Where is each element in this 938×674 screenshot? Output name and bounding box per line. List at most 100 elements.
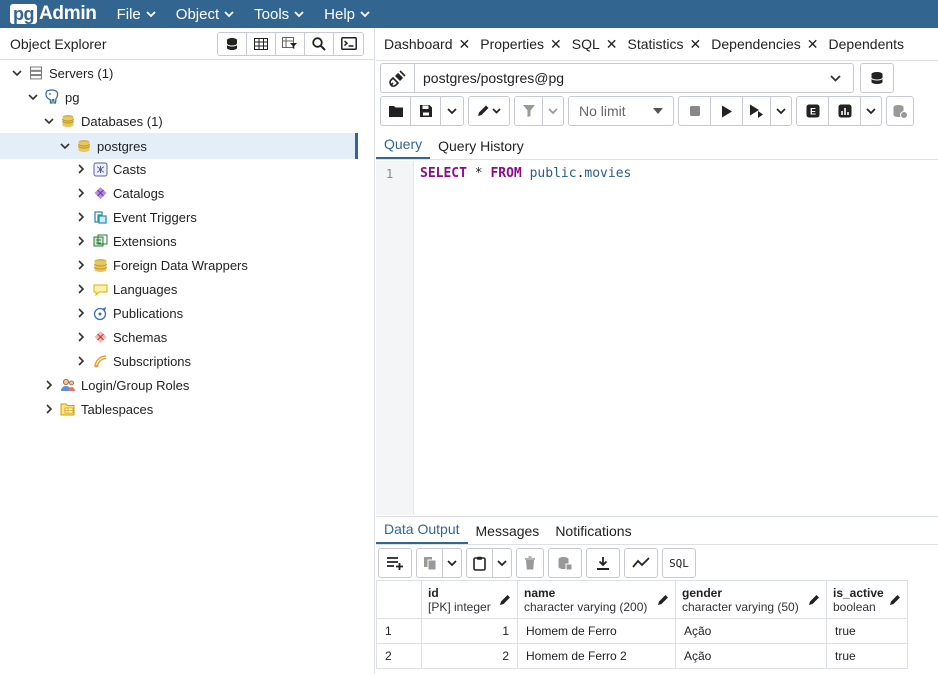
execute-button[interactable]: [711, 97, 743, 125]
paste-button[interactable]: [467, 549, 493, 577]
tree-node-publications[interactable]: Publications: [0, 301, 358, 325]
tab-properties[interactable]: Properties ✕: [472, 28, 564, 60]
column-header-id[interactable]: id [PK] integer: [421, 580, 518, 619]
close-icon[interactable]: ✕: [606, 36, 618, 53]
tree-node-fdw[interactable]: Foreign Data Wrappers: [0, 253, 358, 277]
column-header-name[interactable]: name character varying (200): [517, 580, 676, 619]
close-icon[interactable]: ✕: [807, 36, 819, 53]
execute-options-dropdown[interactable]: [771, 97, 791, 125]
column-header-is-active[interactable]: is_active boolean: [826, 580, 908, 619]
chevron-right-icon[interactable]: [74, 260, 88, 270]
rows-limit-select[interactable]: No limit: [568, 96, 674, 126]
copy-button[interactable]: [417, 549, 443, 577]
chevron-right-icon[interactable]: [74, 164, 88, 174]
filter-options-dropdown[interactable]: [543, 97, 563, 125]
copy-options-dropdown[interactable]: [443, 549, 461, 577]
close-icon[interactable]: ✕: [459, 36, 471, 53]
tree-node-schemas[interactable]: Schemas: [0, 325, 358, 349]
chevron-right-icon[interactable]: [74, 188, 88, 198]
cell-gender[interactable]: Ação: [675, 643, 827, 669]
tab-dependents[interactable]: Dependents: [821, 28, 905, 60]
cell-is-active[interactable]: true: [826, 618, 908, 644]
filter-button[interactable]: [515, 97, 543, 125]
cell-is-active[interactable]: true: [826, 643, 908, 669]
table-row[interactable]: 2 2 Homem de Ferro 2 Ação true: [376, 643, 908, 669]
cell-name[interactable]: Homem de Ferro: [517, 618, 676, 644]
explain-analyze-button[interactable]: E: [797, 97, 829, 125]
tree-node-servers[interactable]: Servers (1): [0, 61, 358, 85]
delete-row-button[interactable]: [517, 549, 543, 577]
row-number[interactable]: 2: [376, 643, 422, 669]
cell-gender[interactable]: Ação: [675, 618, 827, 644]
table-row[interactable]: 1 1 Homem de Ferro Ação true: [376, 618, 908, 644]
new-connection-button[interactable]: [860, 63, 894, 93]
open-file-button[interactable]: [381, 97, 411, 125]
close-icon[interactable]: ✕: [690, 36, 702, 53]
chevron-right-icon[interactable]: [74, 284, 88, 294]
chevron-right-icon[interactable]: [42, 404, 56, 414]
tab-query[interactable]: Query: [376, 136, 431, 159]
tab-query-history[interactable]: Query History: [430, 138, 532, 159]
tab-notifications[interactable]: Notifications: [547, 523, 639, 544]
tree-node-languages[interactable]: Languages: [0, 277, 358, 301]
tree-node-extensions[interactable]: Extensions: [0, 229, 358, 253]
chevron-right-icon[interactable]: [42, 380, 56, 390]
filtered-rows-button[interactable]: [276, 32, 305, 55]
explain-button[interactable]: [743, 97, 771, 125]
tree-node-catalogs[interactable]: Catalogs: [0, 181, 358, 205]
chevron-down-icon[interactable]: [10, 69, 24, 77]
save-file-button[interactable]: [411, 97, 441, 125]
row-number[interactable]: 1: [376, 618, 422, 644]
column-header-gender[interactable]: gender character varying (50): [675, 580, 827, 619]
tab-dependencies[interactable]: Dependencies ✕: [703, 28, 820, 60]
tab-statistics[interactable]: Statistics ✕: [620, 28, 704, 60]
tab-data-output[interactable]: Data Output: [376, 521, 468, 544]
save-data-button[interactable]: [549, 549, 581, 577]
paste-options-dropdown[interactable]: [493, 549, 511, 577]
chevron-right-icon[interactable]: [74, 308, 88, 318]
sql-code-line[interactable]: SELECT * FROM public.movies: [420, 166, 631, 181]
tree-node-casts[interactable]: Casts: [0, 157, 358, 181]
connection-status-button[interactable]: [381, 64, 415, 92]
sql-editor[interactable]: 1 SELECT * FROM public.movies: [376, 161, 938, 515]
cell-name[interactable]: Homem de Ferro 2: [517, 643, 676, 669]
stop-button[interactable]: [679, 97, 711, 125]
cell-id[interactable]: 2: [421, 643, 518, 669]
menu-tools[interactable]: Tools: [254, 6, 304, 23]
commit-button[interactable]: [887, 97, 913, 125]
explain-chart-button[interactable]: [829, 97, 861, 125]
psql-tool-button[interactable]: [334, 32, 363, 55]
save-options-dropdown[interactable]: [441, 97, 463, 125]
tree-node-postgres-db[interactable]: postgres: [0, 133, 358, 159]
menu-help[interactable]: Help: [324, 6, 370, 23]
menu-file[interactable]: File: [117, 6, 156, 23]
sql-view-button[interactable]: SQL: [663, 549, 695, 577]
tree-node-event-triggers[interactable]: Event Triggers: [0, 205, 358, 229]
chevron-right-icon[interactable]: [74, 236, 88, 246]
chevron-right-icon[interactable]: [74, 212, 88, 222]
connection-selector[interactable]: postgres/postgres@pg: [380, 63, 854, 93]
tab-dashboard[interactable]: Dashboard ✕: [376, 28, 472, 60]
explain-options-dropdown[interactable]: [861, 97, 881, 125]
edit-dropdown[interactable]: [469, 97, 509, 125]
tree-node-databases[interactable]: Databases (1): [0, 109, 358, 133]
chevron-right-icon[interactable]: [74, 332, 88, 342]
close-icon[interactable]: ✕: [550, 36, 562, 53]
view-data-button[interactable]: [247, 32, 276, 55]
download-button[interactable]: [587, 549, 619, 577]
tab-messages[interactable]: Messages: [468, 523, 548, 544]
tree-node-subscriptions[interactable]: Subscriptions: [0, 349, 358, 373]
add-row-button[interactable]: [379, 549, 411, 577]
pgadmin-logo[interactable]: pg Admin: [10, 0, 97, 28]
chevron-right-icon[interactable]: [74, 356, 88, 366]
search-objects-button[interactable]: [305, 32, 334, 55]
cell-id[interactable]: 1: [421, 618, 518, 644]
tree-node-server-pg[interactable]: pg: [0, 85, 358, 109]
tab-sql[interactable]: SQL ✕: [564, 28, 620, 60]
graph-visualiser-button[interactable]: [625, 549, 657, 577]
menu-object[interactable]: Object: [176, 6, 234, 23]
chevron-down-icon[interactable]: [26, 93, 40, 101]
chevron-down-icon[interactable]: [42, 117, 56, 125]
tree-node-login-roles[interactable]: Login/Group Roles: [0, 373, 358, 397]
query-tool-button[interactable]: [218, 32, 247, 55]
